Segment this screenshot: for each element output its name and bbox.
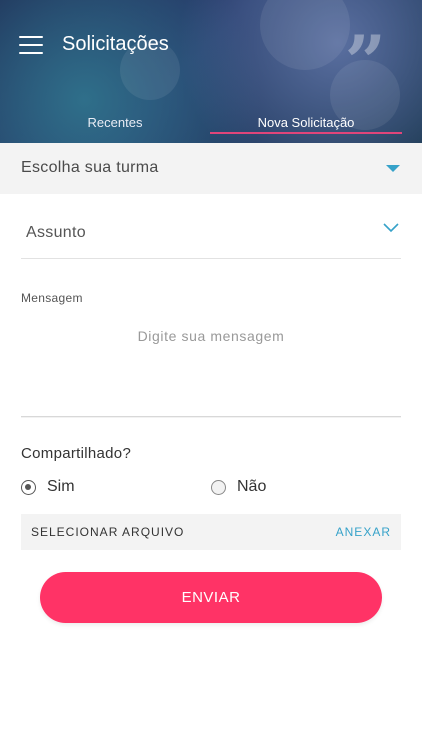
file-select-label: SELECIONAR ARQUIVO bbox=[31, 525, 185, 539]
message-textarea[interactable]: Digite sua mensagem bbox=[21, 318, 401, 417]
shared-question: Compartilhado? bbox=[21, 445, 132, 462]
caret-down-filled-icon bbox=[386, 165, 400, 172]
quote-decoration-icon: ” bbox=[344, 19, 386, 104]
radio-unselected-icon bbox=[211, 480, 226, 495]
subject-label: Assunto bbox=[26, 224, 86, 241]
background-bokeh bbox=[260, 0, 350, 70]
tab-bar: Recentes Nova Solicitação bbox=[0, 110, 422, 143]
send-button[interactable]: ENVIAR bbox=[40, 572, 382, 623]
hamburger-menu-icon[interactable] bbox=[19, 36, 43, 54]
radio-sim[interactable]: Sim bbox=[21, 478, 101, 500]
radio-nao-label: Não bbox=[237, 478, 267, 495]
attach-button[interactable]: ANEXAR bbox=[336, 525, 391, 539]
tab-recentes[interactable]: Recentes bbox=[20, 110, 210, 143]
page-title: Solicitações bbox=[62, 33, 169, 55]
message-label: Mensagem bbox=[21, 291, 83, 305]
chevron-down-icon bbox=[383, 223, 399, 233]
tab-nova-solicitacao[interactable]: Nova Solicitação bbox=[210, 110, 402, 143]
class-select-label: Escolha sua turma bbox=[21, 159, 159, 176]
tab-label: Nova Solicitação bbox=[257, 115, 355, 130]
class-select-dropdown[interactable]: Escolha sua turma bbox=[0, 143, 422, 194]
radio-selected-icon bbox=[21, 480, 36, 495]
radio-nao[interactable]: Não bbox=[211, 478, 291, 500]
active-tab-indicator bbox=[210, 132, 402, 134]
subject-dropdown[interactable]: Assunto bbox=[21, 210, 401, 259]
app-header: ” Solicitações Recentes Nova Solicitação bbox=[0, 0, 422, 143]
radio-sim-label: Sim bbox=[47, 478, 75, 495]
message-placeholder: Digite sua mensagem bbox=[137, 328, 285, 344]
file-select-row: SELECIONAR ARQUIVO ANEXAR bbox=[21, 514, 401, 550]
